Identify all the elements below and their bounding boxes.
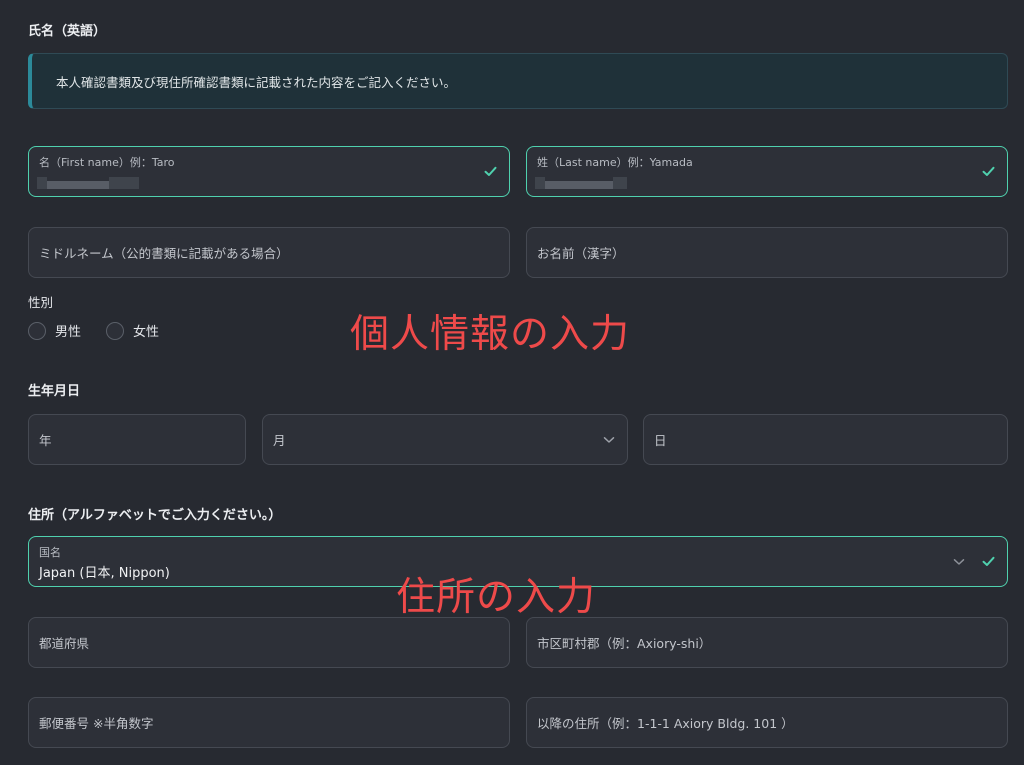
birth-month-placeholder: 月 [273,433,286,448]
last-name-value-redacted [535,174,627,189]
street-address-field[interactable]: 以降の住所（例：1-1-1 Axiory Bldg. 101 ） [526,697,1008,748]
name-section-title: 氏名（英語） [28,24,107,39]
first-name-value-redacted [37,174,139,189]
annotation-personal-info: 個人情報の入力 [350,312,631,357]
gender-female-label: 女性 [133,325,160,340]
birth-day-placeholder: 日 [654,433,667,448]
birth-year-placeholder: 年 [39,433,52,448]
annotation-address-input: 住所の入力 [396,575,597,620]
country-label: 国名 [39,546,61,559]
address-section-title: 住所（アルファベットでご入力ください。） [28,508,282,523]
city-placeholder: 市区町村郡（例：Axiory-shi） [537,636,712,651]
notice-text: 本人確認書類及び現住所確認書類に記載された内容をご記入ください。 [56,74,457,90]
prefecture-field[interactable]: 都道府県 [28,617,510,668]
middle-name-placeholder: ミドルネーム（公的書類に記載がある場合） [39,246,289,261]
gender-male-label: 男性 [55,325,82,340]
notice-banner: 本人確認書類及び現住所確認書類に記載された内容をご記入ください。 [28,53,1008,109]
postal-code-placeholder: 郵便番号 ※半角数字 [39,716,154,731]
prefecture-placeholder: 都道府県 [39,636,90,651]
middle-name-field[interactable]: ミドルネーム（公的書類に記載がある場合） [28,227,510,278]
chevron-down-icon [603,415,615,464]
kanji-name-placeholder: お名前（漢字） [537,246,625,261]
check-icon [484,147,497,196]
street-address-placeholder: 以降の住所（例：1-1-1 Axiory Bldg. 101 ） [537,716,794,731]
last-name-field[interactable]: 姓（Last name）例：Yamada [526,146,1008,197]
radio-circle [106,321,124,340]
check-icon [982,537,995,586]
birth-day-field[interactable]: 日 [643,414,1008,465]
birth-month-select[interactable]: 月 [262,414,628,465]
birth-year-field[interactable]: 年 [28,414,246,465]
first-name-field[interactable]: 名（First name）例：Taro [28,146,510,197]
kanji-name-field[interactable]: お名前（漢字） [526,227,1008,278]
postal-code-field[interactable]: 郵便番号 ※半角数字 [28,697,510,748]
gender-title: 性別 [28,295,54,310]
gender-female-radio[interactable]: 女性 [106,321,159,340]
first-name-label: 名（First name）例：Taro [39,156,175,169]
birth-section-title: 生年月日 [28,384,81,399]
radio-circle [28,321,46,340]
city-field[interactable]: 市区町村郡（例：Axiory-shi） [526,617,1008,668]
check-icon [982,147,995,196]
country-value: Japan (日本, Nippon) [39,566,170,581]
gender-male-radio[interactable]: 男性 [28,321,81,340]
chevron-down-icon [953,537,965,586]
last-name-label: 姓（Last name）例：Yamada [537,156,693,169]
